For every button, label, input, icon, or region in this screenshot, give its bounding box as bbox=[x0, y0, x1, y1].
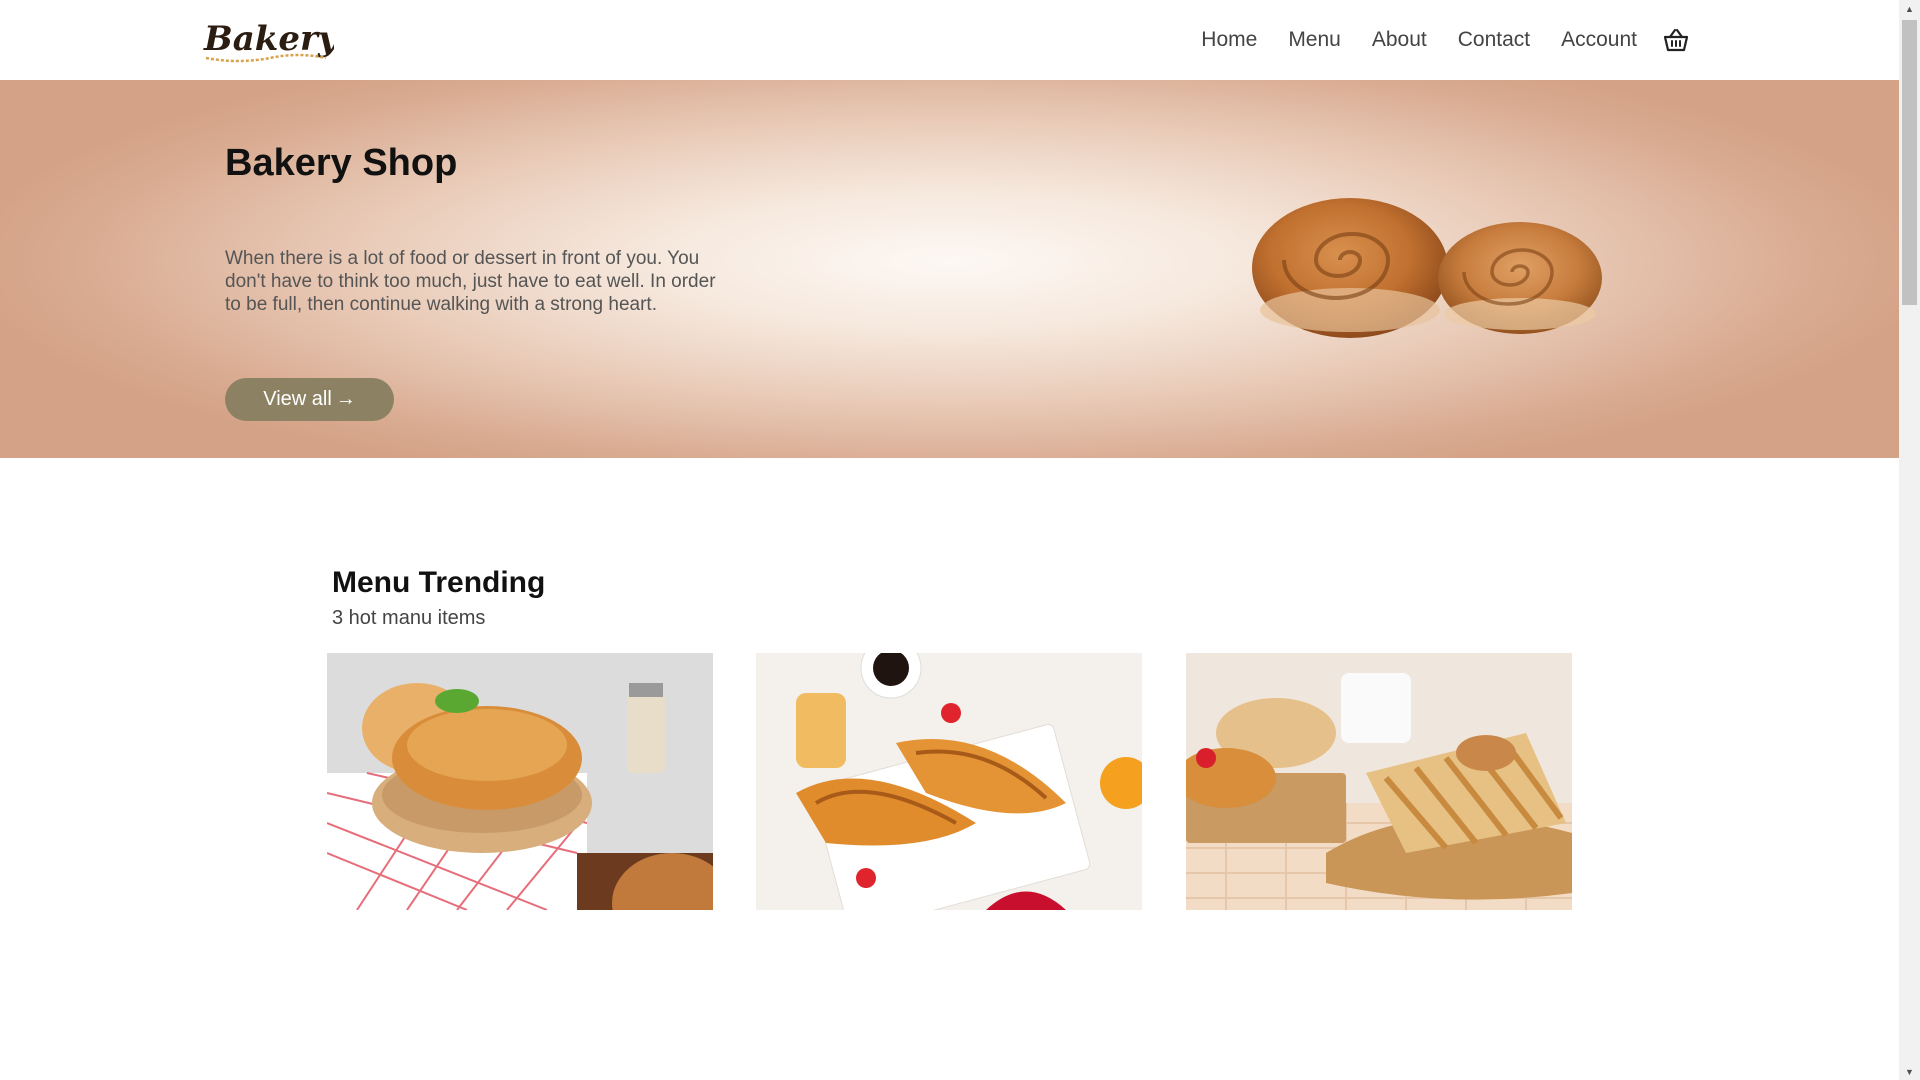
scrollbar-thumb[interactable] bbox=[1902, 20, 1917, 305]
hero-title: Bakery Shop bbox=[225, 142, 458, 184]
bakery-logo[interactable]: Bakery bbox=[198, 14, 334, 66]
main-nav: Home Menu About Contact Account bbox=[1201, 0, 1690, 80]
menu-card-croissant[interactable] bbox=[756, 653, 1142, 910]
nav-about[interactable]: About bbox=[1372, 28, 1427, 52]
pastries-image bbox=[1186, 653, 1572, 910]
site-header: Bakery Home Menu About Contact Account bbox=[0, 0, 1899, 80]
hero-description: When there is a lot of food or dessert i… bbox=[225, 248, 716, 315]
menu-card-pastry[interactable] bbox=[1186, 653, 1572, 910]
nav-menu[interactable]: Menu bbox=[1288, 28, 1341, 52]
section-subtitle: 3 hot manu items bbox=[332, 607, 486, 629]
vertical-scrollbar[interactable]: ▲ ▼ bbox=[1899, 0, 1920, 1080]
nav-account[interactable]: Account bbox=[1561, 28, 1637, 52]
arrow-right-icon: → bbox=[335, 388, 356, 410]
svg-text:Bakery: Bakery bbox=[203, 19, 334, 59]
view-all-label: View all bbox=[263, 388, 332, 410]
bread-loaf-image bbox=[327, 653, 713, 910]
menu-card-bread[interactable] bbox=[327, 653, 713, 910]
scroll-up-icon[interactable]: ▲ bbox=[1899, 0, 1920, 17]
page: Bakery Home Menu About Contact Account B… bbox=[0, 0, 1899, 1080]
nav-home[interactable]: Home bbox=[1201, 28, 1257, 52]
cinnamon-rolls-image bbox=[1252, 198, 1602, 338]
hero-banner: Bakery Shop When there is a lot of food … bbox=[0, 80, 1899, 458]
scroll-down-icon[interactable]: ▼ bbox=[1899, 1063, 1920, 1080]
croissants-image bbox=[756, 653, 1142, 910]
section-title: Menu Trending bbox=[332, 566, 546, 599]
basket-icon[interactable] bbox=[1662, 26, 1690, 54]
nav-contact[interactable]: Contact bbox=[1458, 28, 1530, 52]
view-all-button[interactable]: View all → bbox=[225, 378, 394, 421]
